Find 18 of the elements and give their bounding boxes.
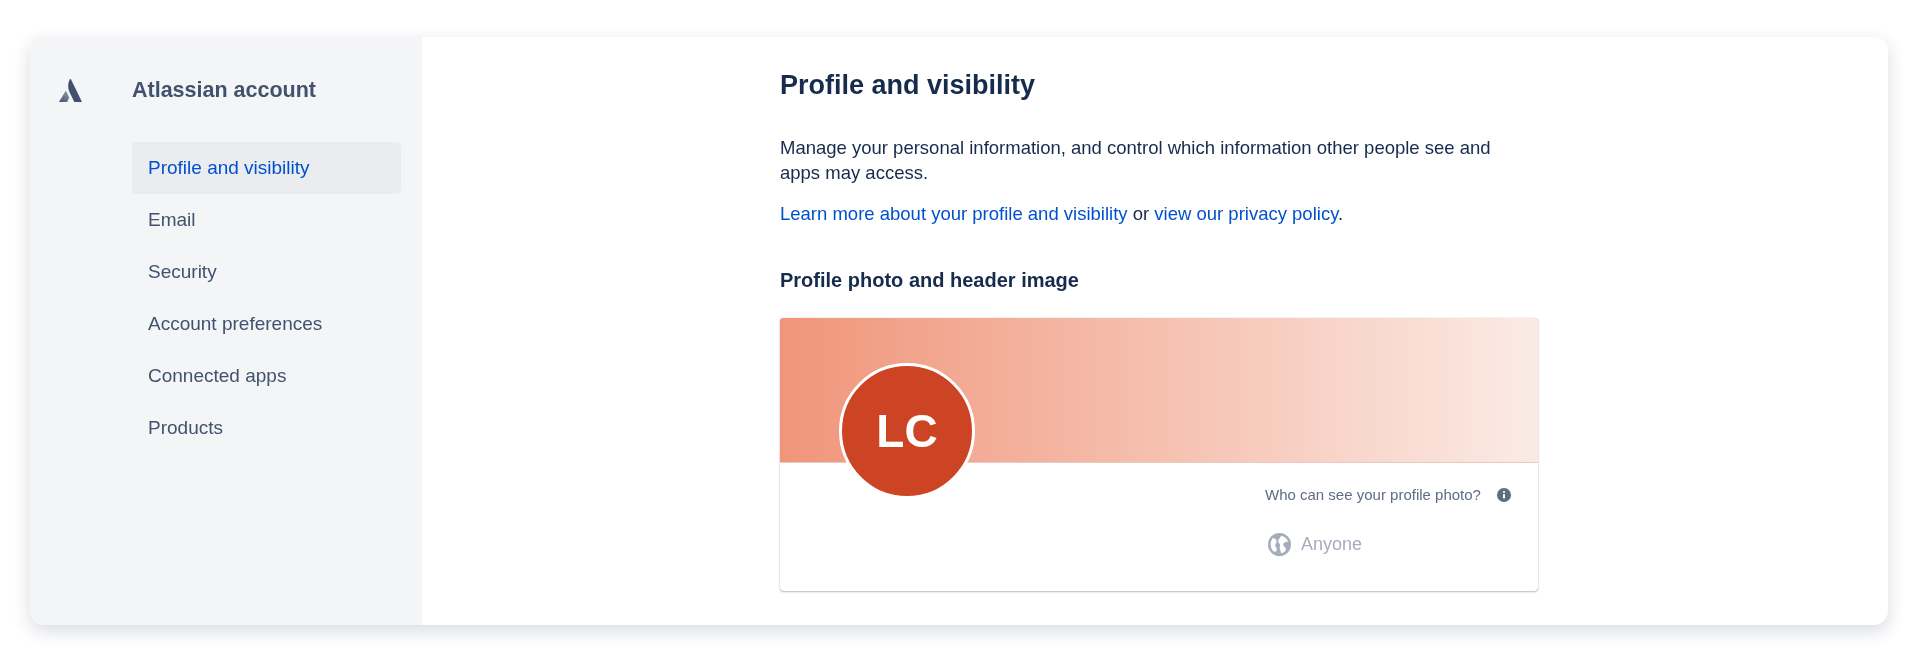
section-title: Profile photo and header image [780, 268, 1080, 292]
nav-item[interactable]: Connected apps [132, 350, 401, 402]
globe-icon [1268, 532, 1291, 556]
sidebar-title: Atlassian account [132, 78, 316, 102]
nav-item[interactable]: Security [132, 246, 401, 298]
text-link[interactable]: view our privacy policy [1154, 203, 1338, 224]
nav-item[interactable]: Products [132, 402, 401, 454]
nav-item[interactable]: Profile and visibility [132, 142, 401, 194]
avatar[interactable]: LC [839, 363, 975, 499]
visibility-label: Who can see your profile photo? [1265, 485, 1481, 505]
logo-icon [59, 78, 82, 102]
page-title: Profile and visibility [780, 69, 1037, 102]
text-link[interactable]: Learn more about your profile and visibility [780, 203, 1128, 224]
description-text: Manage your personal information, and control which information other people see and apps may access. [780, 136, 1492, 185]
info-icon[interactable] [1497, 488, 1511, 502]
help-text: Learn more about your profile and visibility or view our privacy policy. [780, 202, 1345, 226]
nav-item[interactable]: Account preferences [132, 298, 401, 350]
nav-item[interactable]: Email [132, 194, 401, 246]
